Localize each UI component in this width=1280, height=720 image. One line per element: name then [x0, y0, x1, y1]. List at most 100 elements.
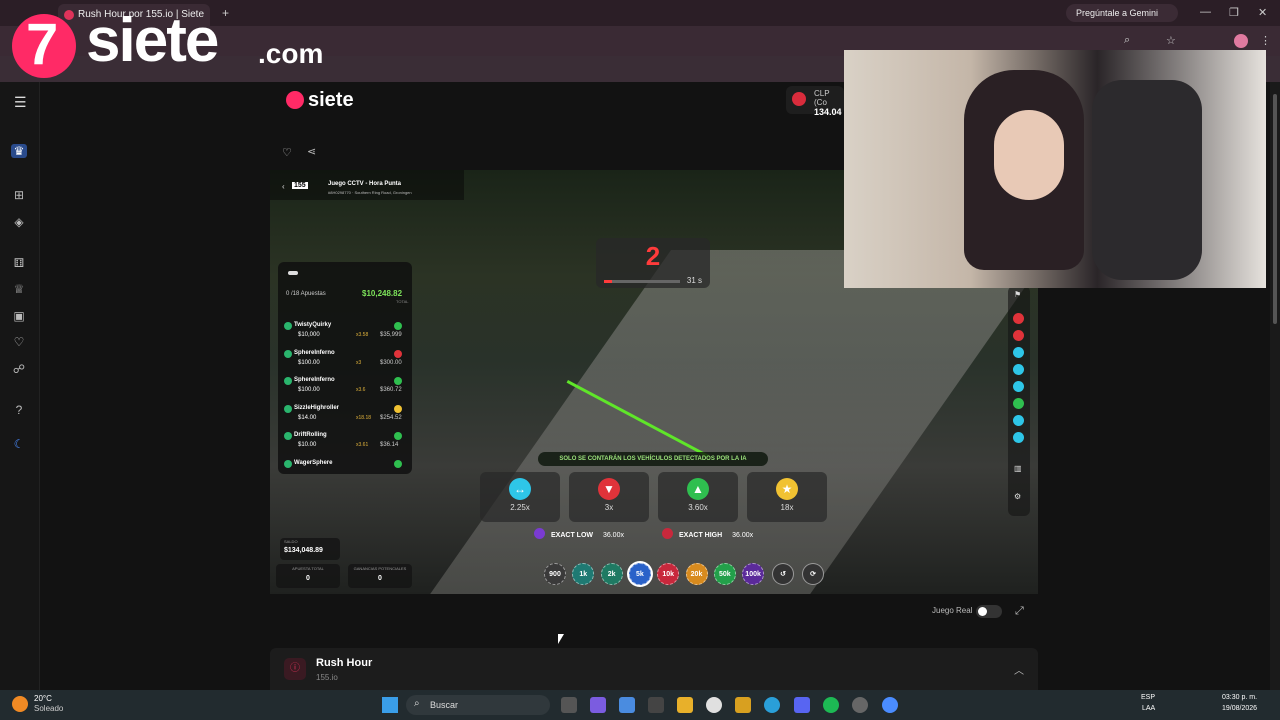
back-arrow-icon[interactable]: ‹ [282, 182, 285, 191]
app-icon[interactable] [648, 697, 664, 713]
zoom-icon[interactable]: ⌕ [1124, 34, 1130, 47]
page-scrollbar[interactable] [1270, 82, 1280, 690]
clock-time[interactable]: 03:30 p. m. [1222, 694, 1257, 701]
spotify-icon[interactable] [823, 697, 839, 713]
bet-option-button[interactable]: ▼ 3x [569, 472, 649, 522]
chip-50k[interactable]: 50k [713, 563, 736, 585]
bet-win: $36.14 [380, 442, 399, 448]
exact-high-button[interactable]: EXACT HIGH 36.00x [662, 528, 753, 544]
chip-100k[interactable]: 100k [742, 563, 765, 585]
panel-toggle-icon[interactable] [288, 271, 298, 275]
hamburger-menu-icon[interactable]: ☰ [14, 94, 27, 111]
weather-temp: 20°C [34, 694, 52, 703]
share-icon[interactable]: ⋖ [307, 145, 316, 158]
bet-amount: $100.00 [298, 359, 320, 366]
moon-icon[interactable]: ☾ [11, 437, 27, 451]
heart-icon[interactable]: ♡ [11, 335, 27, 349]
exact-low-value: 36.00x [602, 532, 624, 539]
chrome-active-icon[interactable] [882, 697, 898, 713]
profile-avatar[interactable] [1234, 34, 1248, 48]
currency-coin-icon [792, 92, 806, 106]
search-label: Buscar [430, 700, 459, 710]
bets-panel: 0 /18 Apuestas $10,248.82 TOTAL TwistyQu… [278, 262, 412, 474]
chrome-icon[interactable] [706, 697, 722, 713]
total-bet-label: APUESTA TOTAL [292, 566, 324, 571]
edge-icon[interactable] [764, 697, 780, 713]
history-dot [1013, 398, 1024, 409]
weather-desc: Soleado [34, 704, 64, 713]
chip-2k[interactable]: 2k [600, 563, 623, 585]
close-icon[interactable]: ✕ [1258, 6, 1267, 19]
site-logo[interactable]: siete [286, 89, 354, 112]
balance-value: 134.04 [814, 107, 842, 117]
copilot-icon[interactable] [590, 697, 606, 713]
chip-900[interactable]: 900 [544, 563, 566, 585]
collapse-chevron-icon[interactable]: ︿ [1014, 662, 1024, 677]
video-icon[interactable]: ▣ [11, 309, 27, 323]
exact-high-label: EXACT HIGH [679, 532, 723, 539]
history-dot [1013, 381, 1024, 392]
discord-icon[interactable] [794, 697, 810, 713]
weather-icon[interactable] [12, 696, 28, 712]
task-view-icon[interactable] [561, 697, 577, 713]
maximize-icon[interactable]: ❐ [1229, 6, 1239, 19]
bet-amount: $100.00 [298, 387, 320, 393]
bet-win: $254.52 [380, 414, 402, 421]
exact-low-button[interactable]: EXACT LOW 36.00x [534, 528, 624, 544]
repeat-icon[interactable]: ⟳ [802, 563, 824, 585]
new-tab-icon[interactable]: + [222, 6, 229, 20]
undo-icon[interactable]: ↺ [772, 563, 794, 585]
real-play-toggle[interactable] [976, 605, 1002, 618]
search-icon: ⌕ [414, 698, 420, 709]
favorite-heart-icon[interactable]: ♡ [282, 146, 292, 159]
bet-option-button[interactable]: ★ 18x [747, 472, 827, 522]
bet-option-button[interactable]: ▲ 3.60x [658, 472, 738, 522]
bet-option-button[interactable]: ↔ 2.25x [480, 472, 560, 522]
fullscreen-icon[interactable]: ⤢ [1015, 605, 1024, 618]
overlay-logo-word: siete [86, 6, 219, 75]
saldo-label: SALDO [284, 539, 298, 544]
trophy-icon[interactable]: ♕ [11, 282, 27, 296]
arrow-up-icon: ▲ [687, 478, 709, 500]
bookmark-star-icon[interactable]: ☆ [1166, 34, 1176, 47]
steam-icon[interactable] [852, 697, 868, 713]
site-logo-text: siete [308, 89, 354, 111]
language-top[interactable]: ESP [1141, 694, 1155, 701]
bet-amount: $10,000 [298, 332, 320, 338]
taskbar-search[interactable]: ⌕ Buscar [406, 695, 550, 715]
star-icon: ★ [776, 478, 798, 500]
exact-high-value: 36.00x [732, 532, 754, 539]
app-r-icon[interactable] [735, 697, 751, 713]
player-name: SizzleHighroller [294, 404, 340, 411]
crown-icon[interactable]: ♛ [11, 144, 27, 158]
chip-20k[interactable]: 20k [685, 563, 708, 585]
history-dot [1013, 313, 1024, 324]
chip-5k[interactable]: 5k [628, 563, 651, 585]
medal-icon[interactable]: ◈ [11, 215, 27, 229]
more-menu-icon[interactable]: ⋮ [1260, 34, 1271, 47]
gift-icon[interactable]: ⊞ [11, 188, 27, 202]
gemini-button[interactable]: Pregúntale a Gemini [1066, 4, 1178, 22]
handshake-icon[interactable]: ☍ [11, 362, 27, 376]
balance-box[interactable]: CLP (Co 134.04 [786, 86, 844, 117]
stats-chart-icon[interactable]: ▥ [1014, 464, 1022, 473]
flag-icon[interactable]: ⚑ [1014, 290, 1021, 299]
windows-start-icon[interactable] [382, 697, 398, 713]
help-icon[interactable]: ? [11, 403, 27, 417]
player-name: WagerSphere [294, 459, 333, 466]
store-icon[interactable] [619, 697, 635, 713]
site-sidebar: ♛ ⊞ ◈ ⚅ ♕ ▣ ♡ ☍ ? ☾ [0, 82, 40, 690]
minimize-icon[interactable]: — [1200, 6, 1211, 18]
potential-win-display: GANANCIAS POTENCIALES 0 [348, 564, 412, 588]
history-dot [1013, 330, 1024, 341]
settings-icon[interactable]: ⚙ [1014, 492, 1021, 501]
dice-icon[interactable]: ⚅ [11, 256, 27, 270]
timer-progress [604, 280, 680, 283]
bet-row: SizzleHighroller $14.00 x18.18 $254.52 [284, 403, 406, 429]
game-info-bar[interactable]: ⓘ Rush Hour 155.io ︿ [270, 648, 1038, 690]
file-explorer-icon[interactable] [677, 697, 693, 713]
history-dot [1013, 432, 1024, 443]
bet-row: TwistyQuirky $10,000 x3.58 $35,999 [284, 320, 406, 346]
option-multiplier: 18x [780, 503, 794, 512]
history-rail: ⚑ ▥ ⚙ [1008, 286, 1030, 516]
